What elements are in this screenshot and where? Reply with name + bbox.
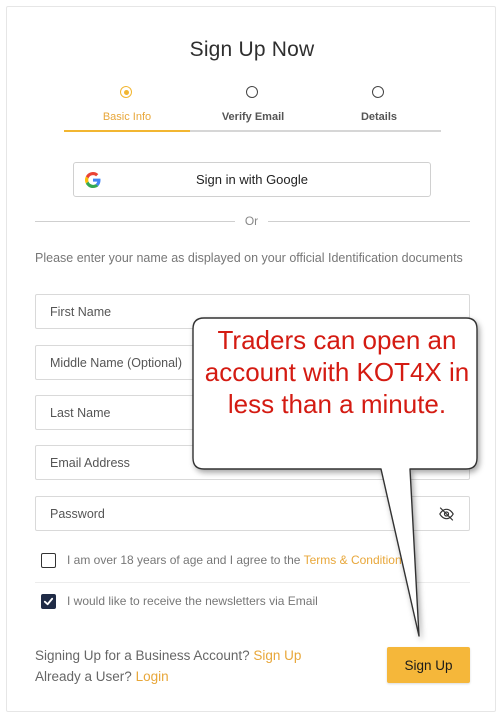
business-account-prompt: Signing Up for a Business Account? Sign … xyxy=(35,648,301,663)
or-text: Or xyxy=(244,214,259,228)
business-prompt-text: Signing Up for a Business Account? xyxy=(35,648,250,663)
step-details[interactable]: Details xyxy=(316,84,442,132)
divider-line-right xyxy=(268,221,470,222)
checkbox-divider xyxy=(35,582,470,583)
stepper-track-active xyxy=(64,129,190,132)
last-name-field-wrapper xyxy=(35,395,470,430)
or-divider: Or xyxy=(35,211,470,231)
email-input[interactable] xyxy=(36,446,469,479)
step-label: Verify Email xyxy=(221,111,285,123)
signup-stepper: Basic Info Verify Email Details xyxy=(64,84,441,132)
eye-slash-icon[interactable] xyxy=(438,506,455,522)
step-verify-email[interactable]: Verify Email xyxy=(190,84,316,132)
email-field-wrapper xyxy=(35,445,470,480)
step-label: Details xyxy=(360,111,398,123)
middle-name-field-wrapper xyxy=(35,345,470,380)
last-name-input[interactable] xyxy=(36,396,469,429)
age-terms-row: I am over 18 years of age and I agree to… xyxy=(35,545,470,577)
existing-user-prompt: Already a User? Login xyxy=(35,669,169,684)
newsletter-checkbox[interactable] xyxy=(41,594,56,609)
age-terms-checkbox[interactable] xyxy=(41,553,56,568)
step-dot-icon xyxy=(372,86,384,98)
login-link[interactable]: Login xyxy=(136,669,169,684)
first-name-field-wrapper xyxy=(35,294,470,329)
terms-conditions-link[interactable]: Terms & Conditions* xyxy=(304,553,413,567)
step-label: Basic Info xyxy=(102,111,152,123)
name-instruction: Please enter your name as displayed on y… xyxy=(35,251,463,265)
existing-prompt-text: Already a User? xyxy=(35,669,132,684)
newsletter-row: I would like to receive the newsletters … xyxy=(35,586,470,618)
first-name-input[interactable] xyxy=(36,295,469,328)
step-dot-icon xyxy=(246,86,258,98)
divider-line-left xyxy=(35,221,235,222)
age-terms-label: I am over 18 years of age and I agree to… xyxy=(67,553,301,567)
step-basic-info[interactable]: Basic Info xyxy=(64,84,190,132)
page-title: Sign Up Now xyxy=(189,38,315,61)
google-signin-label: Sign in with Google xyxy=(195,172,308,187)
age-terms-text: I am over 18 years of age and I agree to… xyxy=(67,553,412,567)
checkmark-icon xyxy=(43,597,54,606)
password-input[interactable] xyxy=(36,497,469,530)
middle-name-input[interactable] xyxy=(36,346,469,379)
sign-up-button[interactable]: Sign Up xyxy=(387,647,470,683)
step-active-dot-icon xyxy=(120,86,132,98)
password-field-wrapper xyxy=(35,496,470,531)
business-signup-link[interactable]: Sign Up xyxy=(253,648,301,663)
newsletter-label: I would like to receive the newsletters … xyxy=(67,594,318,608)
google-signin-button[interactable]: Sign in with Google xyxy=(73,162,431,197)
